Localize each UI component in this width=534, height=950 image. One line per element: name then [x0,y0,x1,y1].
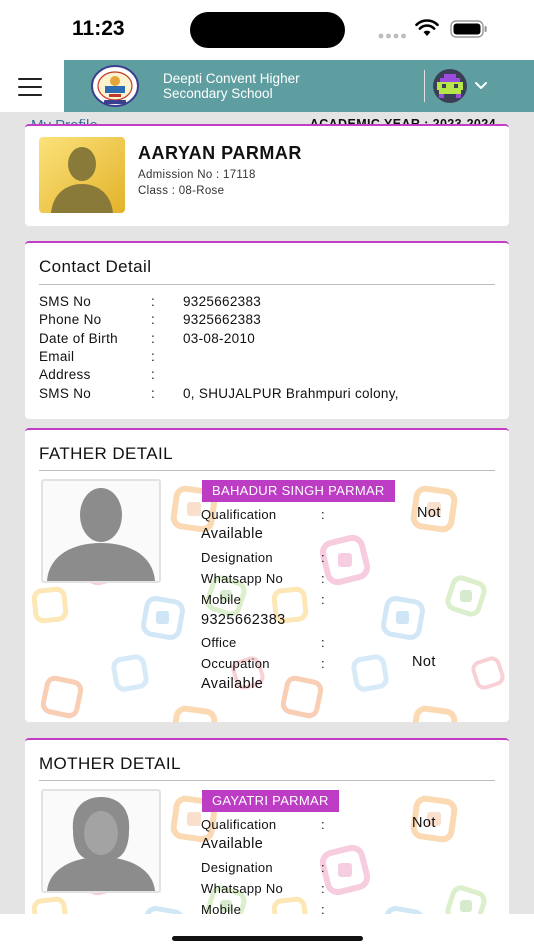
mother-field-colon: : [321,881,325,896]
contact-title: Contact Detail [39,257,152,276]
father-divider [39,470,495,471]
father-field-label: Whatsapp No [201,571,284,586]
mother-qualification-value-cont: Available [201,836,264,852]
student-profile-card: AARYAN PARMAR Admission No : 17118 Class… [25,124,509,226]
chevron-down-icon[interactable] [474,78,488,96]
contact-colon: : [151,367,156,383]
home-indicator[interactable] [172,936,363,941]
father-field-row: Office: [201,635,325,650]
mother-field-label: Qualification [201,817,277,832]
mother-field-row: Designation: [201,860,325,875]
admission-number: Admission No : 17118 [138,169,256,181]
father-field-colon: : [321,656,325,671]
mother-detail-card: MOTHER DETAIL GAYATRI PARMAR Qualificati… [25,738,509,930]
mother-photo [41,789,161,893]
mother-title: MOTHER DETAIL [39,754,181,773]
father-detail-card: FATHER DETAIL BAHADUR SINGH PARMAR Quali… [25,428,509,722]
contact-colon: : [151,312,156,328]
mother-qualification-value: Not [412,815,436,831]
contact-colon: : [151,385,156,401]
father-mobile-value: 9325662383 [201,612,286,628]
contact-value: 9325662383 [183,312,262,328]
contact-label: Email [39,348,75,364]
father-field-colon: : [321,635,325,650]
father-field-label: Designation [201,550,273,565]
user-avatar-icon[interactable] [430,68,470,104]
father-qualification-value-cont: Available [201,526,264,542]
school-name-line1: Deepti Convent Higher [163,71,300,86]
father-field-colon: : [321,507,325,522]
father-field-row: Qualification: [201,507,325,522]
contact-label: Phone No [39,312,102,328]
father-photo [41,479,161,583]
mother-field-row: Whatsapp No: [201,881,325,896]
mother-field-colon: : [321,817,325,832]
mother-field-colon: : [321,860,325,875]
menu-icon[interactable] [18,78,44,98]
dynamic-island [190,12,345,48]
contact-label: Date of Birth [39,330,118,346]
contact-label: Address [39,367,91,383]
contact-label: SMS No [39,294,92,309]
student-photo [39,137,125,213]
cellular-signal-icon [378,26,406,44]
contact-colon: : [151,348,156,364]
father-field-label: Occupation [201,656,270,671]
home-indicator-area [0,914,534,950]
contact-value: 9325662383 [183,294,262,309]
father-field-row: Whatsapp No: [201,571,325,586]
contact-colon: : [151,294,156,309]
mother-divider [39,780,495,781]
contact-label: SMS No [39,385,92,401]
father-field-label: Mobile [201,592,242,607]
status-bar: 11:23 [0,0,534,60]
school-logo [90,64,140,108]
father-field-colon: : [321,571,325,586]
father-field-label: Office [201,635,237,650]
school-name-line2: Secondary School [163,86,273,101]
father-field-colon: : [321,592,325,607]
contact-colon: : [151,330,156,346]
contact-value: 0, SHUJALPUR Brahmpuri colony, [183,385,399,401]
father-field-colon: : [321,550,325,565]
father-field-row: Mobile: [201,592,325,607]
father-field-row: Occupation: [201,656,325,671]
school-header-band: Deepti Convent Higher Secondary School [64,60,534,112]
contact-divider [39,284,495,285]
student-name: AARYAN PARMAR [138,143,302,163]
father-qualification-value: Not [417,505,441,521]
father-title: FATHER DETAIL [39,444,173,463]
student-class: Class : 08-Rose [138,185,225,197]
contact-detail-card: Contact Detail SMS No: 9325662383 Phone No… [25,241,509,419]
app-header: Deepti Convent Higher Secondary School [0,60,534,112]
mother-field-label: Designation [201,860,273,875]
father-occupation-value: Not [412,654,436,670]
mother-name-badge: GAYATRI PARMAR [202,790,339,812]
father-occupation-value-cont: Available [201,676,264,692]
mother-field-label: Whatsapp No [201,881,284,896]
father-name-badge: BAHADUR SINGH PARMAR [202,480,395,502]
battery-icon [450,20,488,43]
school-name: Deepti Convent Higher Secondary School [163,71,300,101]
status-time: 11:23 [72,17,125,40]
header-divider [424,70,425,102]
contact-value: 03-08-2010 [183,330,256,346]
father-field-label: Qualification [201,507,277,522]
father-field-row: Designation: [201,550,325,565]
wifi-icon [415,19,439,42]
mother-field-row: Qualification: [201,817,325,832]
